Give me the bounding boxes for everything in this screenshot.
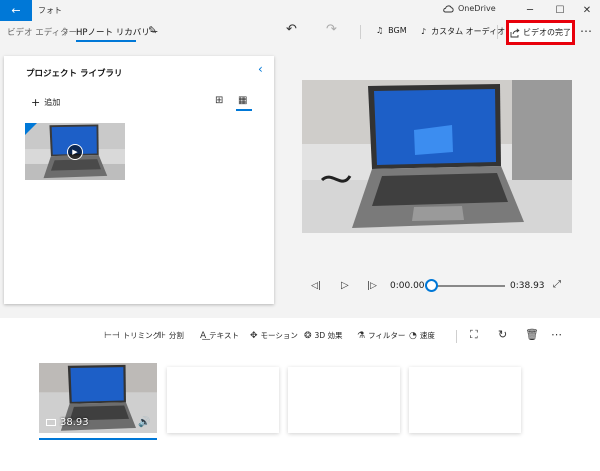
3d-effects-label: 3D 効果 — [314, 331, 343, 340]
filter-label: フィルター — [368, 331, 406, 340]
total-time: 0:38.93 — [510, 281, 545, 291]
motion-icon: ✥ — [250, 330, 258, 341]
storyboard-panel: ⊢⊣ トリミング ⊪ 分割 A͟ テキスト ✥ モーション ❂ 3D 効果 ⚗ … — [0, 318, 600, 471]
motion-button[interactable]: ✥ モーション — [250, 330, 298, 341]
filter-button[interactable]: ⚗ フィルター — [357, 330, 405, 341]
clip-duration: 38.93 — [46, 417, 89, 428]
breadcrumb-chevron-icon: 〉 — [64, 28, 74, 38]
clip-duration-icon — [46, 419, 56, 426]
video-preview[interactable] — [302, 80, 572, 233]
trim-label: トリミング — [122, 331, 161, 340]
app-title: フォト — [38, 6, 62, 15]
custom-audio-label: カスタム オーディオ — [431, 27, 506, 36]
library-video-thumbnail[interactable]: ▶ — [25, 123, 125, 180]
trim-button[interactable]: ⊢⊣ トリミング — [104, 330, 160, 341]
title-bar — [0, 0, 600, 21]
clip-selected-indicator — [39, 438, 157, 440]
minimize-icon: ─ — [526, 5, 534, 16]
speed-label: 速度 — [419, 331, 435, 340]
previous-frame-icon[interactable]: ◁| — [311, 281, 321, 291]
library-title: プロジェクト ライブラリ — [26, 69, 123, 79]
filter-icon: ⚗ — [357, 330, 366, 341]
cloud-icon — [443, 4, 454, 12]
text-icon: A͟ — [200, 330, 207, 341]
storyboard-divider — [456, 330, 457, 343]
project-library-panel: プロジェクト ライブラリ ‹ + 追加 ⊞ ▦ ▶ — [4, 56, 274, 304]
selection-corner-marker — [25, 123, 37, 135]
resize-icon[interactable]: ⛶ — [470, 328, 478, 342]
onedrive-status[interactable]: OneDrive — [442, 4, 496, 13]
speed-icon: ◔ — [409, 330, 417, 341]
finish-video-button[interactable]: ビデオの完了 — [506, 20, 575, 45]
text-button[interactable]: A͟ テキスト — [200, 330, 239, 341]
chevron-left-icon[interactable]: ‹ — [258, 62, 263, 76]
expand-icon[interactable]: ⤢ — [553, 279, 561, 290]
volume-icon[interactable]: 🔊 — [138, 417, 150, 428]
seek-bar[interactable] — [432, 285, 505, 287]
project-name-underline — [76, 40, 136, 42]
view-selected-indicator — [236, 109, 252, 111]
close-icon: ✕ — [582, 5, 592, 16]
custom-audio-icon: ♪ — [421, 27, 427, 36]
maximize-icon: ☐ — [555, 5, 565, 16]
rotate-icon[interactable]: ↻ — [498, 328, 507, 341]
large-grid-view-icon[interactable]: ⊞ — [215, 95, 223, 106]
trim-icon: ⊢⊣ — [104, 330, 120, 341]
onedrive-label: OneDrive — [458, 4, 496, 13]
bgm-label: BGM — [388, 26, 407, 35]
redo-icon[interactable]: ↷ — [326, 22, 337, 37]
bgm-button[interactable]: ♫ BGM — [376, 26, 407, 35]
back-button[interactable]: ← — [0, 0, 32, 21]
3d-effects-icon: ❂ — [304, 330, 312, 341]
split-button[interactable]: ⊪ 分割 — [158, 330, 184, 341]
small-grid-view-icon[interactable]: ▦ — [238, 95, 247, 106]
add-button[interactable]: + 追加 — [31, 96, 60, 109]
empty-clip-slot[interactable] — [288, 367, 400, 433]
music-note-icon: ♫ — [376, 26, 384, 35]
split-icon: ⊪ — [158, 330, 166, 341]
toolbar-divider — [360, 25, 361, 39]
motion-label: モーション — [260, 331, 298, 340]
arrow-left-icon: ← — [11, 4, 21, 17]
trash-icon[interactable]: 🗑 — [525, 328, 539, 341]
undo-icon[interactable]: ↶ — [286, 22, 297, 37]
minimize-button[interactable]: ─ — [515, 0, 545, 21]
empty-clip-slot[interactable] — [409, 367, 521, 433]
toolbar-divider — [497, 25, 498, 39]
storyboard-clip[interactable]: 38.93 🔊 — [39, 363, 157, 433]
text-label: テキスト — [209, 331, 239, 340]
play-icon[interactable]: ▶ — [67, 144, 83, 160]
pencil-icon[interactable]: ✎ — [148, 24, 157, 37]
clip-duration-value: 38.93 — [60, 417, 89, 428]
play-icon[interactable]: ▷ — [341, 280, 349, 291]
finish-video-label: ビデオの完了 — [523, 28, 571, 37]
next-frame-icon[interactable]: |▷ — [367, 281, 377, 291]
add-label: 追加 — [44, 98, 61, 107]
speed-button[interactable]: ◔ 速度 — [409, 330, 435, 341]
close-button[interactable]: ✕ — [572, 0, 600, 21]
laptop-photo — [302, 80, 572, 233]
current-time: 0:00.00 — [390, 281, 425, 291]
3d-effects-button[interactable]: ❂ 3D 効果 — [304, 330, 342, 341]
plus-icon: + — [31, 96, 41, 109]
share-icon — [510, 27, 520, 37]
empty-clip-slot[interactable] — [167, 367, 279, 433]
custom-audio-button[interactable]: ♪ カスタム オーディオ — [421, 26, 505, 37]
more-options-icon[interactable]: ⋯ — [551, 328, 562, 341]
seek-thumb[interactable] — [425, 279, 438, 292]
project-name[interactable]: HPノート リカバリー — [76, 26, 158, 38]
split-label: 分割 — [168, 331, 184, 340]
maximize-button[interactable]: ☐ — [545, 0, 575, 21]
more-options-icon[interactable]: ⋯ — [580, 24, 592, 38]
